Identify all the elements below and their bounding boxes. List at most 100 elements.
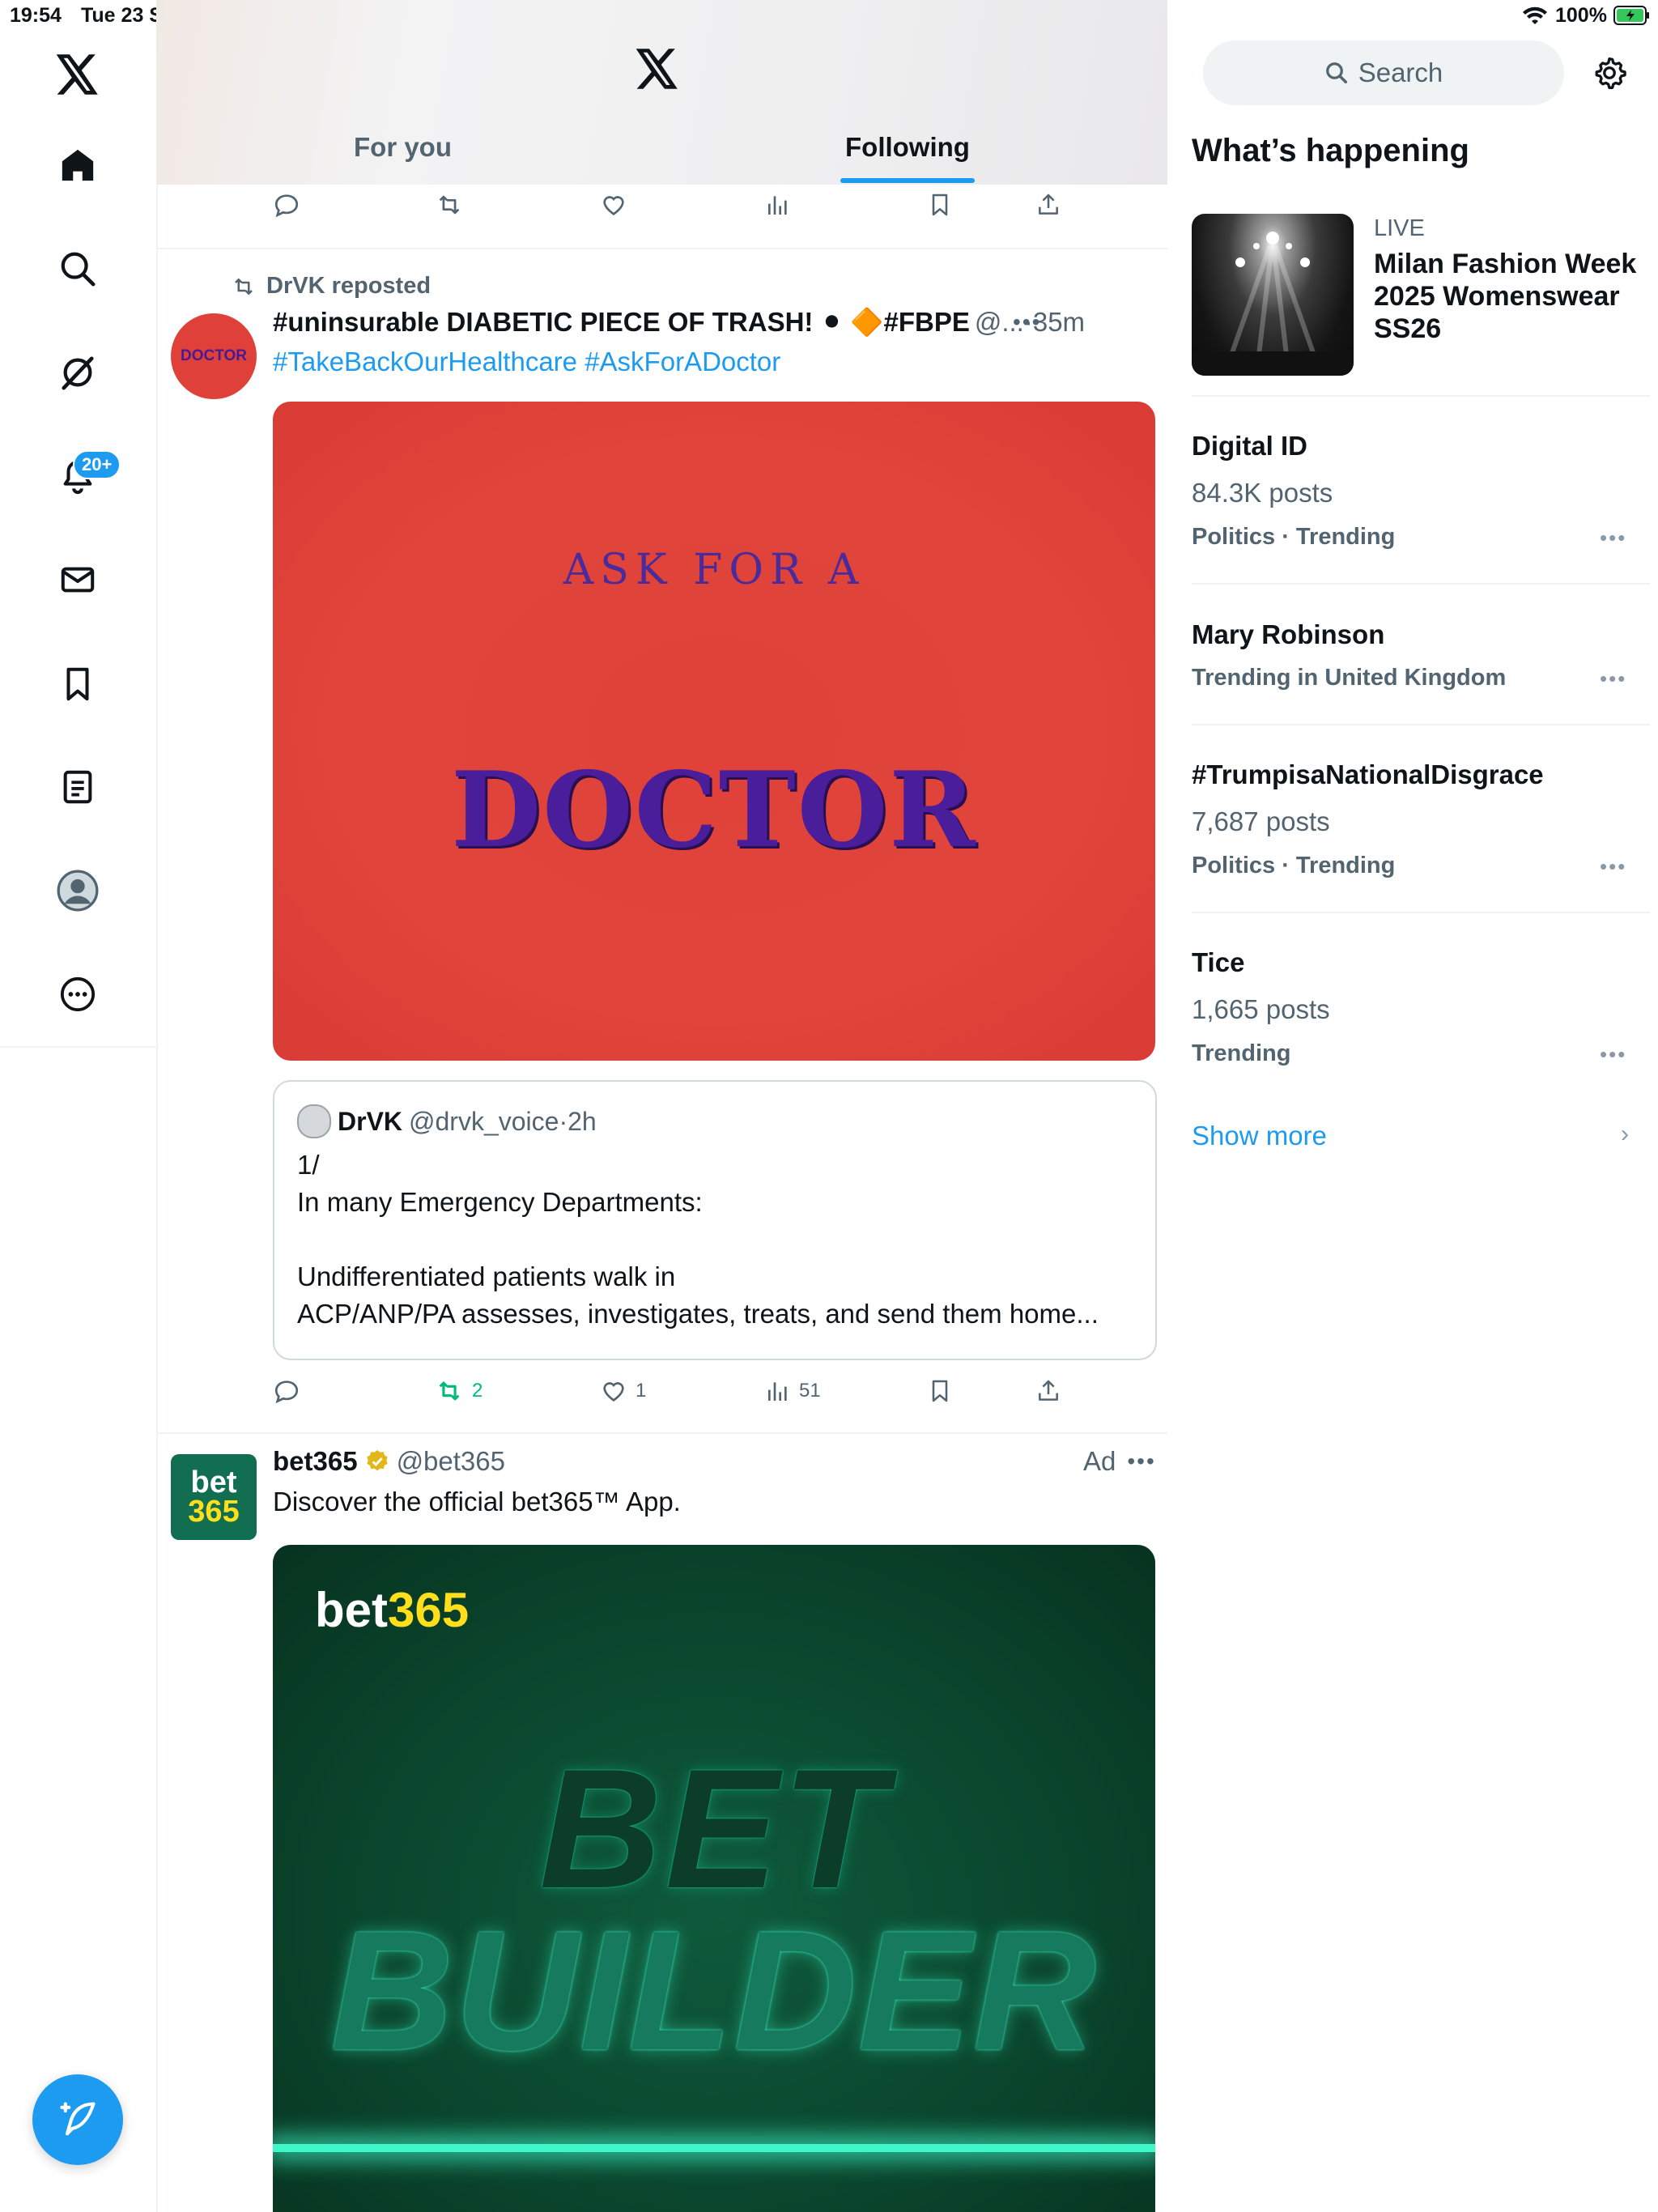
- author-handle[interactable]: @bet365: [397, 1446, 505, 1477]
- repost-count: 2: [472, 1380, 483, 1402]
- media-text-line2: BUILDER: [330, 1895, 1098, 2086]
- bookmark-icon[interactable]: [927, 191, 953, 219]
- live-event-image[interactable]: [1192, 214, 1354, 376]
- compose-button[interactable]: [32, 2074, 123, 2165]
- share-icon[interactable]: [1035, 191, 1061, 219]
- quote-line: [297, 1221, 1139, 1258]
- trend-name[interactable]: Digital ID: [1192, 431, 1307, 462]
- like-icon: [600, 1377, 627, 1405]
- tweet-header: #uninsurable DIABETIC PIECE OF TRASH! ⚫ …: [273, 306, 1085, 338]
- section-title: What’s happening: [1192, 133, 1469, 168]
- avatar-text-line2: 365: [188, 1495, 240, 1529]
- quote-line: In many Emergency Departments:: [297, 1187, 703, 1217]
- repost-icon[interactable]: [435, 191, 464, 219]
- divider: [156, 248, 1167, 249]
- x-logo-icon[interactable]: [45, 42, 110, 107]
- more-options-icon[interactable]: •••: [1127, 1448, 1155, 1474]
- more-icon[interactable]: [45, 962, 110, 1027]
- repost-button[interactable]: 2: [435, 1377, 483, 1405]
- trend-context: Trending in United Kingdom: [1192, 665, 1507, 691]
- home-icon[interactable]: [45, 133, 110, 198]
- quote-line: 1/: [297, 1150, 320, 1180]
- reply-button[interactable]: [273, 1377, 300, 1405]
- tweet-header: bet365 @bet365: [273, 1446, 505, 1477]
- x-logo-icon[interactable]: [636, 49, 679, 89]
- tab-active-indicator: [840, 178, 975, 183]
- quote-meta: @drvk_voice·2h: [409, 1106, 597, 1136]
- repost-indicator[interactable]: DrVK reposted: [231, 273, 431, 300]
- quote-line: Undifferentiated patients walk in: [297, 1261, 676, 1291]
- divider: [156, 1432, 1167, 1434]
- views-button[interactable]: 51: [765, 1377, 821, 1405]
- like-icon[interactable]: [600, 191, 627, 219]
- like-button[interactable]: 1: [600, 1377, 646, 1405]
- trend-name[interactable]: #TrumpisaNationalDisgrace: [1192, 759, 1544, 790]
- logo-part-yellow: 365: [388, 1583, 470, 1637]
- profile-icon[interactable]: [45, 858, 110, 923]
- media-text-line2: DOCTOR: [451, 750, 977, 871]
- trend-more-icon[interactable]: •••: [1600, 666, 1626, 691]
- tweet-media[interactable]: bet365 BET BUILDER: [273, 1545, 1155, 2212]
- trend-name[interactable]: Mary Robinson: [1192, 619, 1384, 650]
- divider: [1192, 724, 1650, 725]
- avatar[interactable]: bet 365: [171, 1454, 257, 1540]
- quote-avatar: [297, 1104, 331, 1138]
- glow-line: [273, 2144, 1155, 2152]
- author-name[interactable]: #uninsurable DIABETIC PIECE OF TRASH! ⚫ …: [273, 306, 970, 338]
- mail-icon[interactable]: [45, 547, 110, 612]
- search-icon[interactable]: [45, 236, 110, 301]
- avatar-text-line1: bet: [190, 1465, 237, 1499]
- share-button[interactable]: [1035, 1377, 1061, 1405]
- share-icon: [1035, 1377, 1061, 1405]
- bookmark-button[interactable]: [927, 1377, 953, 1405]
- tweet-media[interactable]: ASK FOR A DOCTOR: [273, 402, 1155, 1061]
- tweet-hashtags[interactable]: #TakeBackOurHealthcare #AskForADoctor: [273, 347, 780, 377]
- trend-more-icon[interactable]: •••: [1600, 525, 1626, 551]
- repost-label: DrVK reposted: [266, 273, 432, 299]
- timeline: DrVK reposted DOCTOR #uninsurable DIABET…: [156, 185, 1167, 2212]
- tab-following[interactable]: Following: [845, 132, 970, 163]
- views-count: 51: [799, 1380, 821, 1402]
- ad-label-group: Ad •••: [1083, 1446, 1156, 1477]
- compose-icon: [57, 2099, 99, 2141]
- tab-for-you[interactable]: For you: [354, 132, 452, 163]
- timeline-header: For you Following: [156, 0, 1167, 185]
- avatar[interactable]: DOCTOR: [171, 313, 257, 399]
- quote-line: ACP/ANP/PA assesses, investigates, treat…: [297, 1299, 1099, 1329]
- sidebar: 20+: [0, 0, 158, 2212]
- trend-more-icon[interactable]: •••: [1600, 854, 1626, 879]
- repost-icon: [231, 274, 257, 299]
- settings-gear-icon[interactable]: [1592, 55, 1627, 91]
- trend-count: 84.3K posts: [1192, 478, 1333, 508]
- show-more-link[interactable]: Show more: [1192, 1121, 1327, 1151]
- search-placeholder: Search: [1358, 57, 1443, 87]
- reply-icon[interactable]: [273, 191, 300, 219]
- trend-more-icon[interactable]: •••: [1600, 1042, 1626, 1067]
- sidebar-divider: [0, 1046, 156, 1048]
- bet365-logo: bet365: [315, 1582, 469, 1638]
- trend-count: 7,687 posts: [1192, 806, 1330, 836]
- live-event-title[interactable]: Milan Fashion Week 2025 Womenswear SS26: [1374, 248, 1649, 345]
- quote-text: 1/ In many Emergency Departments: Undiff…: [297, 1146, 1139, 1333]
- bookmark-icon: [927, 1377, 953, 1405]
- prev-tweet-actions: [156, 191, 1167, 240]
- quoted-tweet[interactable]: DrVK @drvk_voice·2h 1/ In many Emergency…: [273, 1080, 1157, 1360]
- author-name[interactable]: bet365: [273, 1446, 358, 1477]
- views-icon[interactable]: [765, 191, 791, 219]
- grok-icon[interactable]: [45, 340, 110, 405]
- live-label: LIVE: [1374, 215, 1425, 241]
- divider: [1192, 583, 1650, 585]
- more-options-icon[interactable]: •••: [1013, 309, 1041, 335]
- lists-icon[interactable]: [45, 755, 110, 819]
- right-column: Search What’s happening LIVE Milan Fashi…: [1167, 0, 1658, 2212]
- bookmark-icon[interactable]: [45, 651, 110, 716]
- quote-author: DrVK: [338, 1106, 403, 1136]
- trend-name[interactable]: Tice: [1192, 947, 1244, 978]
- ad-label: Ad: [1083, 1446, 1116, 1476]
- trend-context: Politics · Trending: [1192, 524, 1396, 550]
- quote-header: DrVK @drvk_voice·2h: [297, 1104, 597, 1138]
- notifications-badge: 20+: [73, 450, 121, 479]
- trend-context: Politics · Trending: [1192, 853, 1396, 878]
- repost-icon: [435, 1377, 464, 1405]
- search-input[interactable]: Search: [1203, 40, 1564, 105]
